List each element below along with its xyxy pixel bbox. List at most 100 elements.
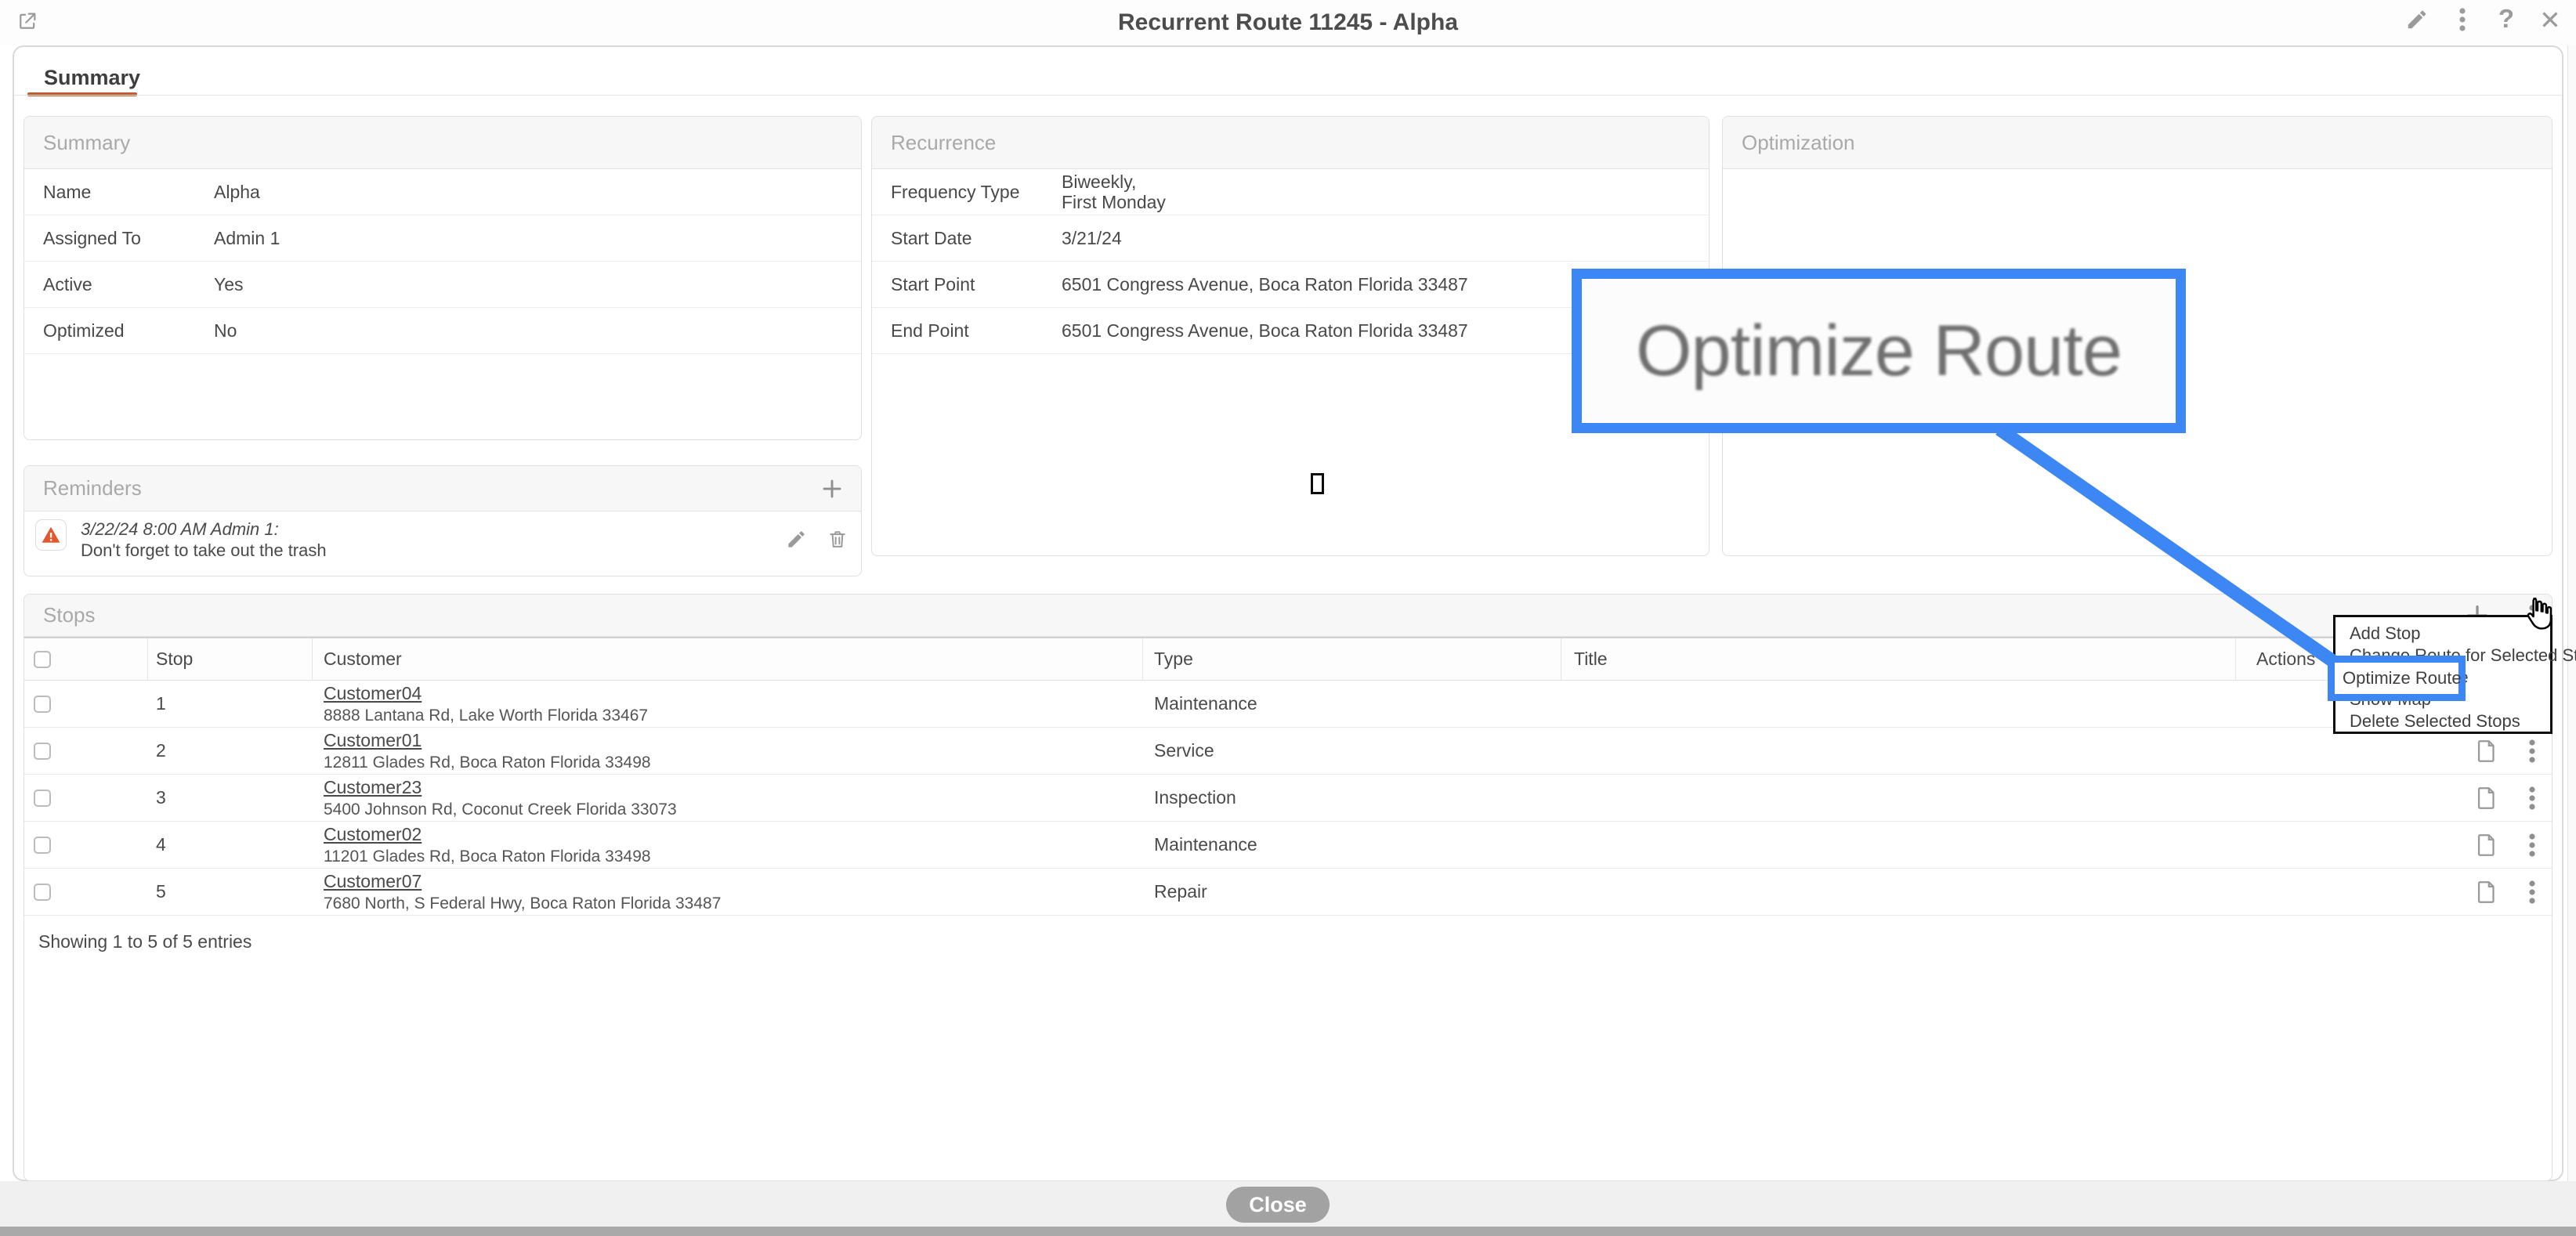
field-value: No [214,320,237,341]
row-more-kebab-icon[interactable] [2528,785,2536,811]
summary-row-optimized: Optimized No [24,308,861,354]
tab-summary[interactable]: Summary [44,66,140,90]
document-icon[interactable] [2473,738,2500,764]
menu-item-delete-selected[interactable]: Delete Selected Stops [2335,710,2550,732]
hand-pointer-cursor [2521,595,2557,634]
recurrence-card-header: Recurrence [872,117,1709,169]
edit-reminder-pencil-icon[interactable] [786,529,807,550]
field-label: Start Point [891,274,1062,295]
annotation-highlight-text: Optimize Route [2343,668,2462,688]
customer-link[interactable]: Customer02 [324,824,1143,845]
row-checkbox[interactable] [34,884,51,901]
stop-row-4: 4 Customer02 11201 Glades Rd, Boca Raton … [24,822,2552,869]
reminder-timestamp: 3/22/24 8:00 AM Admin 1: [81,519,279,540]
stop-row-3: 3 Customer23 5400 Johnson Rd, Coconut Cre… [24,775,2552,822]
field-label: End Point [891,320,1062,342]
field-label: Name [43,182,214,203]
customer-link[interactable]: Customer04 [324,683,1143,704]
warning-triangle-icon [41,525,61,545]
optimization-card-title: Optimization [1742,131,1855,155]
annotation-highlight-box: Optimize Route [2328,656,2466,701]
row-more-kebab-icon[interactable] [2528,832,2536,858]
field-label: Frequency Type [891,182,1062,203]
reminders-card: Reminders 3/22/24 8:00 AM Admin 1: Don't… [24,465,862,576]
customer-address: 8888 Lantana Rd, Lake Worth Florida 3346… [324,707,1143,725]
stop-type: Inspection [1143,787,1561,808]
row-checkbox[interactable] [34,790,51,807]
col-stop: Stop [156,649,193,670]
stop-number: 3 [148,787,313,808]
document-icon[interactable] [2473,879,2500,905]
field-value: 3/21/24 [1062,228,1122,248]
stop-row-5: 5 Customer077680 North, S Federal Hwy, B… [24,869,2552,916]
help-glyph: ? [2498,5,2514,31]
table-entries-summary: Showing 1 to 5 of 5 entries [24,916,2552,967]
customer-address: 11201 Glades Rd, Boca Raton Florida 3349… [324,847,1143,866]
row-more-kebab-icon[interactable] [2528,879,2536,905]
help-icon[interactable]: ? [2493,5,2520,31]
stop-type: Maintenance [1143,834,1561,855]
close-glyph: ✕ [2539,7,2561,33]
field-value: Alpha [214,182,260,202]
scrollbar-track[interactable] [2567,45,2576,1181]
annotation-callout-text: Optimize Route [1636,310,2122,392]
col-actions: Actions [2256,649,2315,670]
row-checkbox[interactable] [34,696,51,713]
stop-row-1: 1 Customer04 8888 Lantana Rd, Lake Worth … [24,681,2552,728]
reminder-text: Don't forget to take out the trash [81,540,327,561]
add-reminder-plus-icon[interactable] [820,477,844,501]
more-kebab-icon[interactable] [2449,6,2476,33]
summary-card-title: Summary [43,131,130,155]
field-value: 6501 Congress Avenue, Boca Raton Florida… [1062,274,1468,295]
route-detail-dialog: Recurrent Route 11245 - Alpha ? ✕ Summar… [0,0,2576,1236]
annotation-callout: Optimize Route [1572,269,2186,433]
field-label: Optimized [43,320,214,342]
recurrence-card-title: Recurrence [891,131,996,155]
document-icon[interactable] [2473,785,2500,811]
reminders-card-header: Reminders [24,466,861,511]
close-button[interactable]: Close [1226,1187,1330,1223]
close-dialog-icon[interactable]: ✕ [2537,6,2563,33]
stops-card-title: Stops [43,603,96,627]
dialog-title: Recurrent Route 11245 - Alpha [0,9,2576,36]
stops-card-header: Stops [24,595,2552,637]
row-checkbox[interactable] [34,743,51,760]
summary-row-active: Active Yes [24,262,861,308]
dialog-titlebar: Recurrent Route 11245 - Alpha ? ✕ [0,0,2576,45]
stop-number: 5 [148,881,313,902]
stop-type: Service [1143,740,1561,761]
edit-pencil-icon[interactable] [2404,6,2430,33]
customer-address: 5400 Johnson Rd, Coconut Creek Florida 3… [324,801,1143,819]
stop-number: 2 [148,740,313,761]
stop-number: 1 [148,693,313,714]
stop-number: 4 [148,834,313,855]
col-title: Title [1574,649,1608,670]
field-value: Yes [214,274,244,295]
customer-link[interactable]: Customer01 [324,730,1143,751]
customer-address: 12811 Glades Rd, Boca Raton Florida 3349… [324,754,1143,772]
stops-table-header: Stop Customer Type Title Actions [24,637,2552,681]
optimization-card-header: Optimization [1723,117,2552,169]
reminder-item: 3/22/24 8:00 AM Admin 1: Don't forget to… [24,511,861,576]
recurrence-row-frequency: Frequency Type Biweekly, First Monday [872,169,1709,215]
field-label: Assigned To [43,228,214,249]
stop-type: Repair [1143,881,1561,902]
stop-row-2: 2 Customer01 12811 Glades Rd, Boca Raton … [24,728,2552,775]
summary-row-assigned-to: Assigned To Admin 1 [24,215,861,262]
page-bottom-edge [0,1227,2576,1236]
recurrence-row-start-date: Start Date 3/21/24 [872,215,1709,262]
select-all-checkbox[interactable] [34,651,51,668]
menu-item-add-stop[interactable]: Add Stop [2335,623,2550,645]
document-icon[interactable] [2473,832,2500,858]
customer-link[interactable]: Customer23 [324,777,1143,798]
col-customer: Customer [324,649,402,670]
summary-card: Summary Name Alpha Assigned To Admin 1 A… [24,116,862,440]
field-label: Start Date [891,228,1062,249]
delete-reminder-trash-icon[interactable] [827,528,848,550]
col-type: Type [1154,649,1193,670]
field-value: Biweekly, First Monday [1062,172,1166,212]
row-checkbox[interactable] [34,837,51,854]
row-more-kebab-icon[interactable] [2528,738,2536,764]
stops-card: Stops Stop Customer Type Title Actions 1… [24,594,2552,1181]
customer-link[interactable]: Customer07 [324,871,1143,892]
